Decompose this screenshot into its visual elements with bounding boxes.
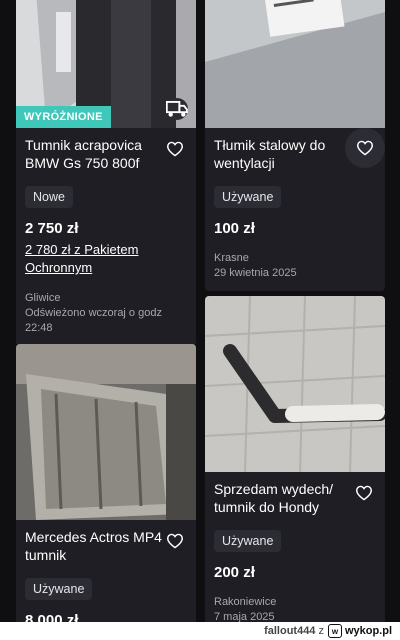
watermark-site: wykop.pl (344, 625, 392, 637)
listing-location: Rakoniewice (214, 596, 277, 608)
listing-card[interactable]: WYRÓŻNIONE Tumnik acrapovica BMW Gs 750 … (16, 0, 196, 346)
favorite-button[interactable] (349, 478, 379, 508)
favorite-button[interactable] (345, 128, 385, 168)
listing-title[interactable]: Tłumik stalowy do wentylacji (214, 136, 354, 172)
condition-badge: Nowe (25, 186, 73, 208)
listing-price: 8 000 zł (25, 612, 79, 622)
listing-photo[interactable] (16, 344, 196, 520)
listing-body: Sprzedam wydech/ tumnik do Hondy Używane… (205, 472, 385, 622)
wykop-logo: w wykop.pl (327, 624, 392, 638)
listing-card[interactable]: Mercedes Actros MP4 tumnik Używane 8 000… (16, 344, 196, 622)
favorite-button[interactable] (160, 134, 190, 164)
listing-title[interactable]: Sprzedam wydech/ tumnik do Hondy (214, 480, 354, 516)
heart-icon (355, 485, 373, 501)
listing-price: 100 zł (214, 220, 255, 237)
listing-body: Tumnik acrapovica BMW Gs 750 800f Nowe 2… (16, 128, 196, 346)
listing-photo[interactable]: WYRÓŻNIONE (16, 0, 196, 128)
listing-card[interactable]: Tłumik stalowy do wentylacji Używane 100… (205, 0, 385, 291)
listing-price: 2 750 zł (25, 220, 79, 237)
listing-price: 200 zł (214, 564, 255, 581)
heart-icon (356, 140, 374, 156)
watermark-separator: z (318, 625, 324, 637)
condition-badge: Używane (25, 578, 93, 600)
favorite-button[interactable] (160, 526, 190, 556)
watermark-footer: fallout444 z w wykop.pl (0, 622, 400, 640)
listing-location: Gliwice (25, 292, 61, 304)
listing-title[interactable]: Mercedes Actros MP4 tumnik (25, 528, 165, 564)
listing-date: Odświeżono wczoraj o godz 22:48 (25, 307, 162, 334)
condition-badge: Używane (214, 530, 282, 552)
listing-photo[interactable] (205, 0, 385, 128)
watermark-user: fallout444 (264, 625, 316, 637)
motorcycle-exhaust-photo (205, 296, 385, 472)
listing-body: Tłumik stalowy do wentylacji Używane 100… (205, 128, 385, 291)
listing-grid: WYRÓŻNIONE Tumnik acrapovica BMW Gs 750 … (0, 0, 400, 622)
listing-card[interactable]: Sprzedam wydech/ tumnik do Hondy Używane… (205, 296, 385, 622)
protection-package-price-link[interactable]: 2 780 zł z Pakietem Ochronnym (25, 241, 175, 277)
listing-body: Mercedes Actros MP4 tumnik Używane 8 000… (16, 520, 196, 622)
wykop-logo-icon: w (327, 624, 342, 638)
heart-icon (166, 141, 184, 157)
listing-date: 7 maja 2025 (214, 611, 275, 622)
featured-badge: WYRÓŻNIONE (16, 106, 111, 128)
listing-title[interactable]: Tumnik acrapovica BMW Gs 750 800f (25, 136, 165, 172)
condition-badge: Używane (214, 186, 282, 208)
duct-silencer-photo (205, 0, 385, 128)
truck-muffler-photo (16, 344, 196, 520)
heart-icon (166, 533, 184, 549)
delivery-truck-icon (166, 98, 188, 120)
listing-date: 29 kwietnia 2025 (214, 267, 297, 279)
listing-location: Krasne (214, 252, 249, 264)
listing-photo[interactable] (205, 296, 385, 472)
